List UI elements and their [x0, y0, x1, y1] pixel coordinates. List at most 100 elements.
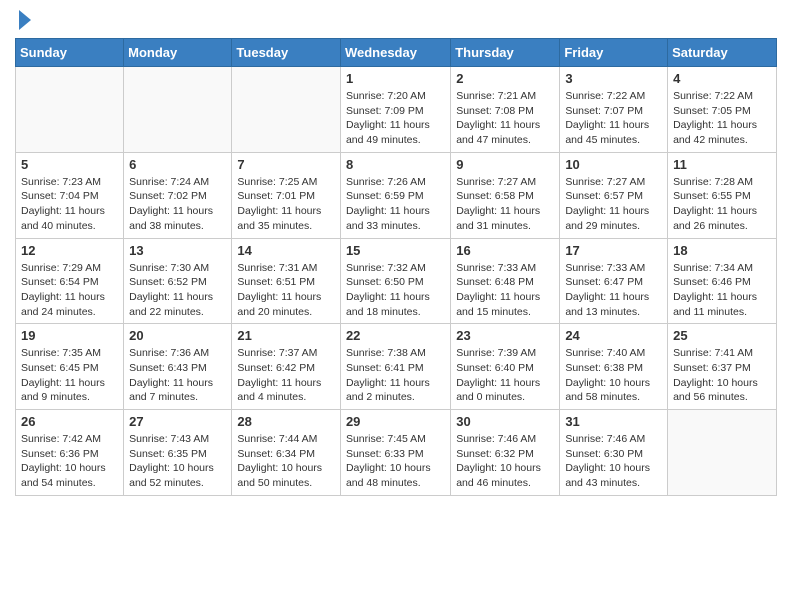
day-number: 18 — [673, 243, 771, 258]
calendar-cell — [668, 410, 777, 496]
day-info: Sunrise: 7:32 AM Sunset: 6:50 PM Dayligh… — [346, 261, 445, 320]
calendar-cell: 24 Sunrise: 7:40 AM Sunset: 6:38 PM Dayli… — [560, 324, 668, 410]
day-number: 29 — [346, 414, 445, 429]
day-number: 10 — [565, 157, 662, 172]
day-number: 9 — [456, 157, 554, 172]
day-number: 7 — [237, 157, 335, 172]
day-info: Sunrise: 7:29 AM Sunset: 6:54 PM Dayligh… — [21, 261, 118, 320]
calendar-cell: 31 Sunrise: 7:46 AM Sunset: 6:30 PM Dayli… — [560, 410, 668, 496]
day-info: Sunrise: 7:25 AM Sunset: 7:01 PM Dayligh… — [237, 175, 335, 234]
day-number: 22 — [346, 328, 445, 343]
weekday-header-sunday: Sunday — [16, 39, 124, 67]
day-number: 24 — [565, 328, 662, 343]
day-number: 15 — [346, 243, 445, 258]
calendar-week-row: 26 Sunrise: 7:42 AM Sunset: 6:36 PM Dayli… — [16, 410, 777, 496]
logo — [15, 10, 31, 30]
calendar-cell: 15 Sunrise: 7:32 AM Sunset: 6:50 PM Dayli… — [340, 238, 450, 324]
day-number: 26 — [21, 414, 118, 429]
calendar-cell: 30Sunrise: 7:46 AM Sunset: 6:32 PM Dayli… — [451, 410, 560, 496]
calendar-cell: 28 Sunrise: 7:44 AM Sunset: 6:34 PM Dayli… — [232, 410, 341, 496]
day-info: Sunrise: 7:41 AM Sunset: 6:37 PM Dayligh… — [673, 346, 771, 405]
weekday-header-thursday: Thursday — [451, 39, 560, 67]
calendar-cell — [124, 67, 232, 153]
calendar-cell: 3 Sunrise: 7:22 AM Sunset: 7:07 PM Daylig… — [560, 67, 668, 153]
day-info: Sunrise: 7:42 AM Sunset: 6:36 PM Dayligh… — [21, 432, 118, 491]
calendar-cell — [232, 67, 341, 153]
calendar-cell: 29 Sunrise: 7:45 AM Sunset: 6:33 PM Dayli… — [340, 410, 450, 496]
calendar-cell: 1 Sunrise: 7:20 AM Sunset: 7:09 PM Daylig… — [340, 67, 450, 153]
day-info: Sunrise: 7:37 AM Sunset: 6:42 PM Dayligh… — [237, 346, 335, 405]
calendar-cell: 10 Sunrise: 7:27 AM Sunset: 6:57 PM Dayli… — [560, 152, 668, 238]
weekday-header-tuesday: Tuesday — [232, 39, 341, 67]
weekday-header-friday: Friday — [560, 39, 668, 67]
calendar-cell: 18Sunrise: 7:34 AM Sunset: 6:46 PM Dayli… — [668, 238, 777, 324]
calendar-cell: 13Sunrise: 7:30 AM Sunset: 6:52 PM Dayli… — [124, 238, 232, 324]
day-info: Sunrise: 7:22 AM Sunset: 7:05 PM Dayligh… — [673, 89, 771, 148]
page-header — [15, 10, 777, 30]
day-info: Sunrise: 7:28 AM Sunset: 6:55 PM Dayligh… — [673, 175, 771, 234]
calendar-cell: 16 Sunrise: 7:33 AM Sunset: 6:48 PM Dayli… — [451, 238, 560, 324]
day-number: 20 — [129, 328, 226, 343]
calendar-cell: 19 Sunrise: 7:35 AM Sunset: 6:45 PM Dayli… — [16, 324, 124, 410]
weekday-header-row: SundayMondayTuesdayWednesdayThursdayFrid… — [16, 39, 777, 67]
calendar-table: SundayMondayTuesdayWednesdayThursdayFrid… — [15, 38, 777, 496]
calendar-cell: 2 Sunrise: 7:21 AM Sunset: 7:08 PM Daylig… — [451, 67, 560, 153]
day-number: 8 — [346, 157, 445, 172]
day-info: Sunrise: 7:31 AM Sunset: 6:51 PM Dayligh… — [237, 261, 335, 320]
calendar-week-row: 1 Sunrise: 7:20 AM Sunset: 7:09 PM Daylig… — [16, 67, 777, 153]
calendar-cell: 12 Sunrise: 7:29 AM Sunset: 6:54 PM Dayli… — [16, 238, 124, 324]
day-info: Sunrise: 7:43 AM Sunset: 6:35 PM Dayligh… — [129, 432, 226, 491]
weekday-header-saturday: Saturday — [668, 39, 777, 67]
day-info: Sunrise: 7:22 AM Sunset: 7:07 PM Dayligh… — [565, 89, 662, 148]
day-info: Sunrise: 7:27 AM Sunset: 6:58 PM Dayligh… — [456, 175, 554, 234]
day-info: Sunrise: 7:38 AM Sunset: 6:41 PM Dayligh… — [346, 346, 445, 405]
calendar-cell: 23 Sunrise: 7:39 AM Sunset: 6:40 PM Dayli… — [451, 324, 560, 410]
calendar-cell: 14Sunrise: 7:31 AM Sunset: 6:51 PM Dayli… — [232, 238, 341, 324]
day-info: Sunrise: 7:40 AM Sunset: 6:38 PM Dayligh… — [565, 346, 662, 405]
calendar-cell: 7 Sunrise: 7:25 AM Sunset: 7:01 PM Daylig… — [232, 152, 341, 238]
logo-arrow-icon — [19, 10, 31, 30]
day-info: Sunrise: 7:23 AM Sunset: 7:04 PM Dayligh… — [21, 175, 118, 234]
day-number: 17 — [565, 243, 662, 258]
calendar-cell: 27Sunrise: 7:43 AM Sunset: 6:35 PM Dayli… — [124, 410, 232, 496]
day-info: Sunrise: 7:20 AM Sunset: 7:09 PM Dayligh… — [346, 89, 445, 148]
calendar-cell: 6Sunrise: 7:24 AM Sunset: 7:02 PM Daylig… — [124, 152, 232, 238]
day-info: Sunrise: 7:27 AM Sunset: 6:57 PM Dayligh… — [565, 175, 662, 234]
calendar-week-row: 5Sunrise: 7:23 AM Sunset: 7:04 PM Daylig… — [16, 152, 777, 238]
day-info: Sunrise: 7:33 AM Sunset: 6:48 PM Dayligh… — [456, 261, 554, 320]
day-number: 31 — [565, 414, 662, 429]
day-info: Sunrise: 7:36 AM Sunset: 6:43 PM Dayligh… — [129, 346, 226, 405]
weekday-header-monday: Monday — [124, 39, 232, 67]
day-info: Sunrise: 7:35 AM Sunset: 6:45 PM Dayligh… — [21, 346, 118, 405]
calendar-cell: 25 Sunrise: 7:41 AM Sunset: 6:37 PM Dayli… — [668, 324, 777, 410]
calendar-cell: 5Sunrise: 7:23 AM Sunset: 7:04 PM Daylig… — [16, 152, 124, 238]
day-info: Sunrise: 7:45 AM Sunset: 6:33 PM Dayligh… — [346, 432, 445, 491]
day-info: Sunrise: 7:26 AM Sunset: 6:59 PM Dayligh… — [346, 175, 445, 234]
day-info: Sunrise: 7:24 AM Sunset: 7:02 PM Dayligh… — [129, 175, 226, 234]
calendar-cell: 11 Sunrise: 7:28 AM Sunset: 6:55 PM Dayli… — [668, 152, 777, 238]
calendar-cell: 20 Sunrise: 7:36 AM Sunset: 6:43 PM Dayli… — [124, 324, 232, 410]
day-info: Sunrise: 7:46 AM Sunset: 6:32 PM Dayligh… — [456, 432, 554, 491]
day-number: 11 — [673, 157, 771, 172]
day-number: 16 — [456, 243, 554, 258]
day-info: Sunrise: 7:39 AM Sunset: 6:40 PM Dayligh… — [456, 346, 554, 405]
day-info: Sunrise: 7:44 AM Sunset: 6:34 PM Dayligh… — [237, 432, 335, 491]
day-number: 3 — [565, 71, 662, 86]
day-info: Sunrise: 7:46 AM Sunset: 6:30 PM Dayligh… — [565, 432, 662, 491]
calendar-cell: 17 Sunrise: 7:33 AM Sunset: 6:47 PM Dayli… — [560, 238, 668, 324]
day-number: 4 — [673, 71, 771, 86]
calendar-cell: 9 Sunrise: 7:27 AM Sunset: 6:58 PM Daylig… — [451, 152, 560, 238]
day-number: 1 — [346, 71, 445, 86]
day-number: 19 — [21, 328, 118, 343]
day-number: 25 — [673, 328, 771, 343]
day-number: 2 — [456, 71, 554, 86]
weekday-header-wednesday: Wednesday — [340, 39, 450, 67]
day-number: 12 — [21, 243, 118, 258]
day-info: Sunrise: 7:33 AM Sunset: 6:47 PM Dayligh… — [565, 261, 662, 320]
day-info: Sunrise: 7:21 AM Sunset: 7:08 PM Dayligh… — [456, 89, 554, 148]
day-number: 23 — [456, 328, 554, 343]
calendar-cell: 8 Sunrise: 7:26 AM Sunset: 6:59 PM Daylig… — [340, 152, 450, 238]
calendar-week-row: 12 Sunrise: 7:29 AM Sunset: 6:54 PM Dayli… — [16, 238, 777, 324]
calendar-week-row: 19 Sunrise: 7:35 AM Sunset: 6:45 PM Dayli… — [16, 324, 777, 410]
day-number: 28 — [237, 414, 335, 429]
